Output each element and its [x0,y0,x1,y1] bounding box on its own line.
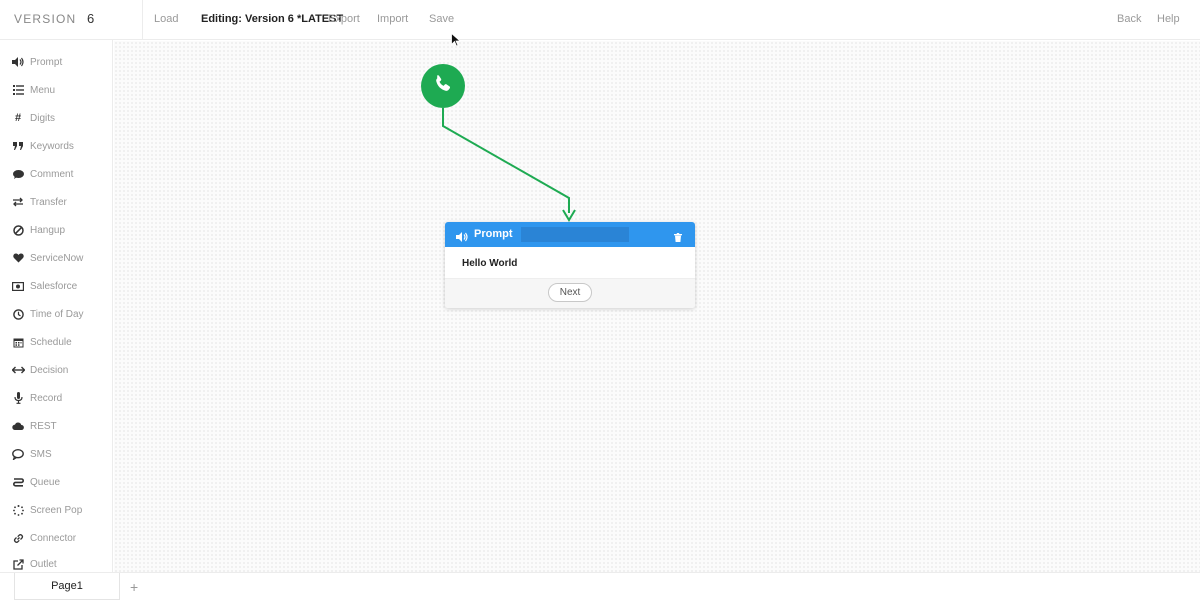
prompt-node-title: Prompt [474,228,513,240]
page-tabs-bar: Page1 + [0,572,1200,600]
mouse-pointer-icon [451,33,461,47]
speaker-icon [456,229,468,247]
prompt-node-header[interactable]: Prompt [445,222,695,247]
add-page-button[interactable]: + [130,579,138,595]
start-call-node[interactable] [421,64,465,108]
phone-icon [433,74,453,99]
prompt-node-card[interactable]: Prompt Hello World Next [445,222,695,308]
prompt-node-name-input[interactable] [521,227,629,242]
next-output-button[interactable]: Next [548,283,592,302]
trash-icon[interactable] [674,229,682,247]
page-tab[interactable]: Page1 [14,573,120,600]
prompt-node-text: Hello World [462,258,518,269]
prompt-node-footer: Next [445,279,695,308]
